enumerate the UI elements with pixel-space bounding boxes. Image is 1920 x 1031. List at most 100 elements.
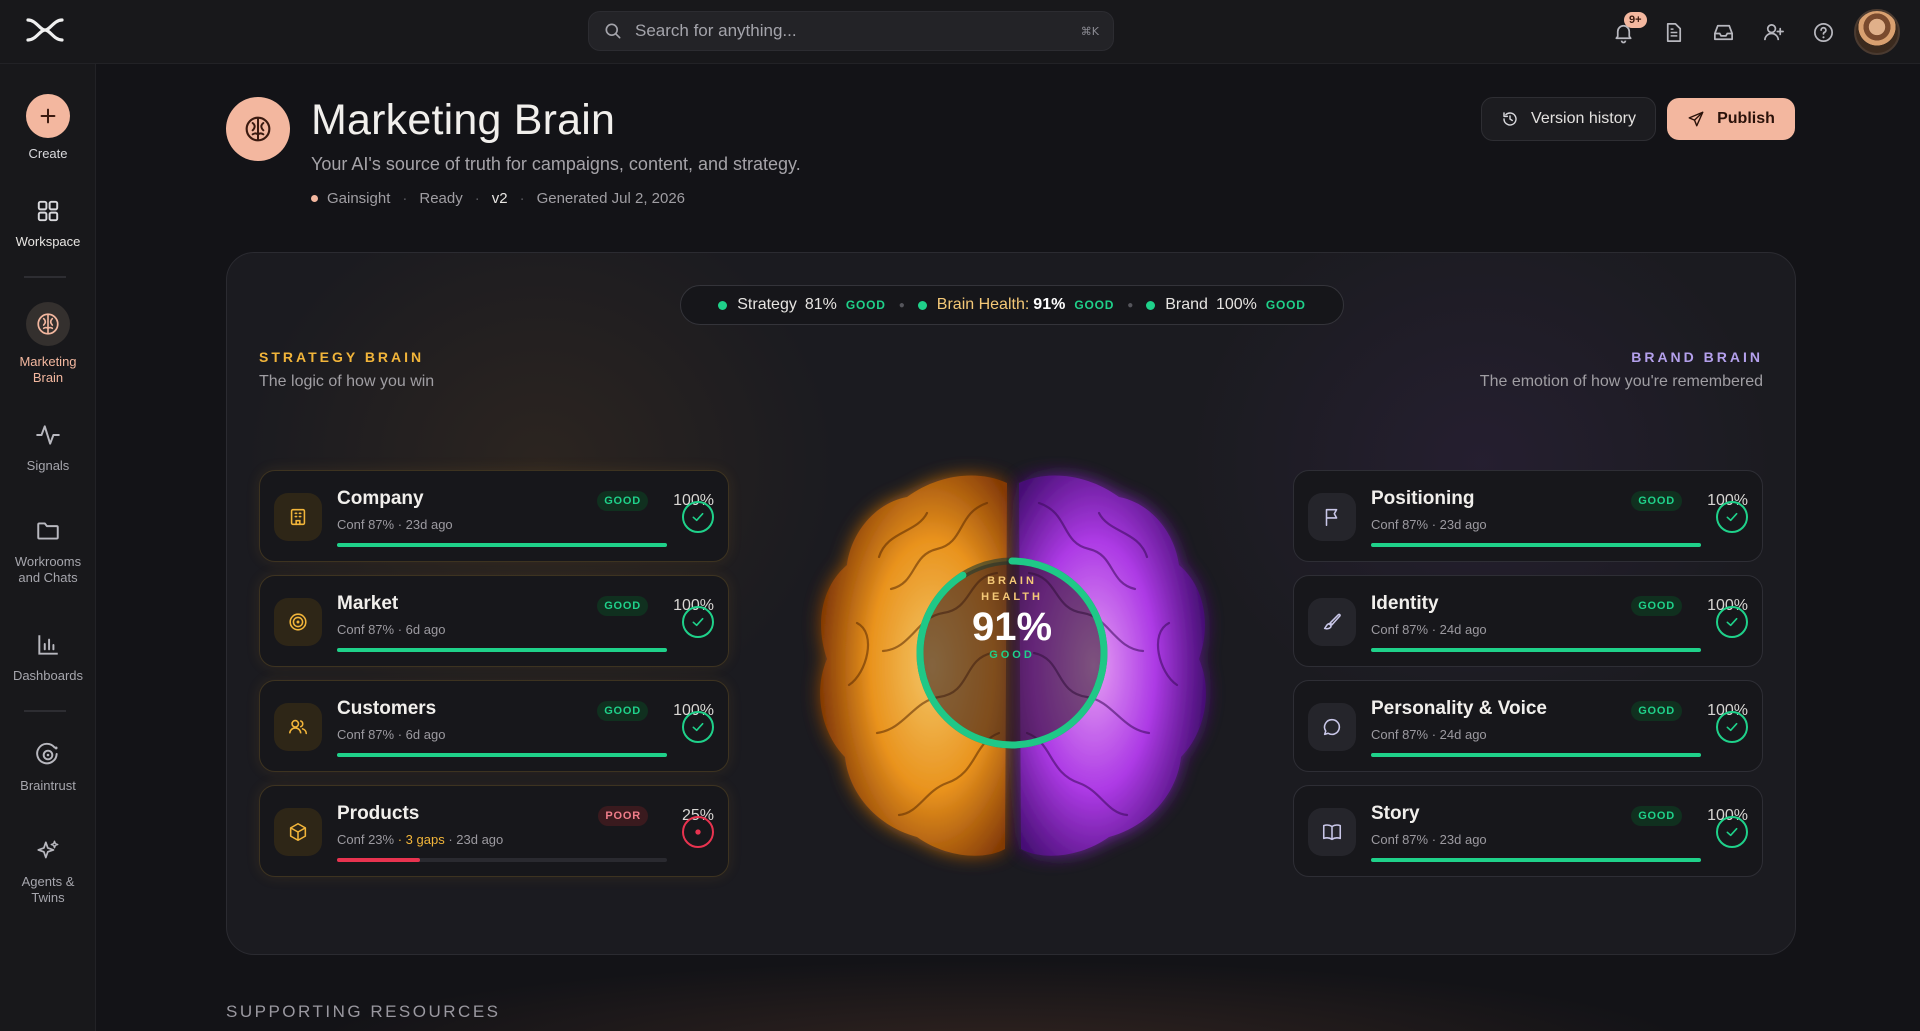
publish-label: Publish — [1717, 110, 1775, 127]
gauge-value: 91% — [971, 605, 1053, 649]
book-icon — [1308, 808, 1356, 856]
page-title: Marketing Brain — [311, 96, 616, 144]
strategy-card-products[interactable]: Products Conf 23% · 3 gaps · 23d ago POO… — [259, 785, 729, 877]
brand-status: GOOD — [1265, 298, 1306, 312]
sidebar-item-agents[interactable]: Agents & Twins — [0, 836, 96, 906]
card-conf: Conf 87% — [1371, 622, 1429, 637]
strategy-status: GOOD — [845, 298, 886, 312]
sidebar-item-workspace[interactable]: Workspace — [0, 196, 96, 250]
sidebar-item-label: Agents & Twins — [21, 874, 75, 905]
top-bar: ⌘K 9+ — [0, 0, 1920, 64]
sidebar-item-marketing-brain[interactable]: Marketing Brain — [0, 302, 96, 386]
invite-user-button[interactable] — [1748, 10, 1798, 54]
card-age: · 24d ago — [1431, 727, 1487, 742]
progress-fill — [337, 858, 420, 862]
brand-card-positioning[interactable]: Positioning Conf 87% · 23d ago GOOD 100% — [1293, 470, 1763, 562]
meta-separator: · — [519, 190, 525, 207]
progress-bar — [337, 543, 667, 547]
publish-button[interactable]: Publish — [1667, 98, 1795, 140]
brand-card-story[interactable]: Story Conf 87% · 23d ago GOOD 100% — [1293, 785, 1763, 877]
progress-bar — [337, 858, 667, 862]
document-icon — [1662, 21, 1685, 44]
version-history-button[interactable]: Version history — [1481, 97, 1656, 141]
brain-illustration: BRAIN HEALTH 91% GOOD — [787, 453, 1237, 893]
strategy-card-customers[interactable]: Customers Conf 87% · 6d ago GOOD 100% — [259, 680, 729, 772]
folder-icon — [33, 516, 63, 546]
progress-fill — [1371, 858, 1701, 862]
sidebar-divider — [24, 276, 66, 278]
search-bar[interactable]: ⌘K — [588, 11, 1114, 51]
sidebar-item-label: Marketing Brain — [19, 354, 77, 385]
check-icon — [1716, 501, 1748, 533]
chat-bubble-icon — [1308, 703, 1356, 751]
strategy-label: Strategy — [737, 296, 797, 313]
send-icon — [1687, 110, 1717, 128]
card-title: Customers — [337, 698, 437, 719]
plus-icon — [26, 94, 70, 138]
check-icon — [682, 711, 714, 743]
card-age: · 6d ago — [397, 622, 446, 637]
check-icon — [682, 606, 714, 638]
status-badge: POOR — [598, 806, 648, 826]
progress-fill — [337, 543, 667, 547]
meta-status: Ready — [419, 190, 463, 207]
card-conf: Conf 87% — [337, 622, 395, 637]
page-brain-icon — [226, 97, 290, 161]
org-dot — [311, 195, 318, 202]
card-meta: Conf 87% · 23d ago — [1371, 832, 1487, 847]
notification-badge: 9+ — [1624, 12, 1647, 28]
inbox-button[interactable] — [1698, 10, 1748, 54]
progress-bar — [337, 648, 667, 652]
progress-bar — [1371, 543, 1701, 547]
card-conf: Conf 87% — [337, 727, 395, 742]
progress-bar — [1371, 648, 1701, 652]
health-status: GOOD — [1074, 298, 1115, 312]
notifications-button[interactable]: 9+ — [1598, 10, 1648, 54]
card-age: · 24d ago — [1431, 622, 1487, 637]
card-meta: Conf 87% · 6d ago — [337, 622, 445, 637]
sidebar-item-workrooms[interactable]: Workrooms and Chats — [0, 516, 96, 586]
health-pct: 91% — [1033, 296, 1066, 313]
sidebar-item-dashboards[interactable]: Dashboards — [0, 630, 96, 684]
progress-fill — [337, 753, 667, 757]
gauge-text: BRAIN HEALTH 91% GOOD — [912, 573, 1112, 661]
progress-bar — [1371, 753, 1701, 757]
card-meta: Conf 87% · 6d ago — [337, 727, 445, 742]
users-icon — [274, 703, 322, 751]
sidebar-item-label: Dashboards — [12, 668, 84, 683]
status-badge: GOOD — [597, 701, 648, 721]
status-dot — [917, 300, 927, 310]
brand-card-identity[interactable]: Identity Conf 87% · 24d ago GOOD 100% — [1293, 575, 1763, 667]
card-title: Identity — [1371, 593, 1439, 614]
top-actions: 9+ — [1598, 9, 1900, 55]
card-age: · 23d ago — [1431, 832, 1487, 847]
sidebar: Create Workspace Marketing Brain Signals… — [0, 64, 96, 1031]
page-subtitle: Your AI's source of truth for campaigns,… — [311, 154, 801, 174]
app-logo[interactable] — [26, 16, 64, 44]
pill-separator: ● — [1127, 299, 1134, 311]
sidebar-item-braintrust[interactable]: Braintrust — [0, 740, 96, 794]
help-button[interactable] — [1798, 10, 1848, 54]
user-avatar[interactable] — [1854, 9, 1900, 55]
strategy-card-company[interactable]: Company Conf 87% · 23d ago GOOD 100% — [259, 470, 729, 562]
inbox-icon — [1712, 21, 1735, 44]
history-icon — [1501, 110, 1531, 128]
card-title: Positioning — [1371, 488, 1475, 509]
brand-brain-subtitle: The emotion of how you're remembered — [1479, 373, 1763, 390]
sidebar-item-create[interactable]: Create — [0, 94, 96, 162]
meta-separator: · — [474, 190, 480, 207]
sidebar-item-signals[interactable]: Signals — [0, 420, 96, 474]
check-icon — [1716, 711, 1748, 743]
search-icon — [603, 21, 623, 41]
meta-separator: · — [402, 190, 408, 207]
brand-card-personality-voice[interactable]: Personality & Voice Conf 87% · 24d ago G… — [1293, 680, 1763, 772]
card-gaps[interactable]: · 3 gaps — [398, 832, 445, 847]
braintrust-icon — [33, 740, 63, 770]
brand-brain-title: BRAND BRAIN — [1631, 349, 1763, 365]
progress-fill — [1371, 648, 1701, 652]
search-input[interactable] — [635, 21, 1081, 41]
gauge-status: GOOD — [989, 649, 1035, 661]
strategy-card-market[interactable]: Market Conf 87% · 6d ago GOOD 100% — [259, 575, 729, 667]
documents-button[interactable] — [1648, 10, 1698, 54]
supporting-resources-title: SUPPORTING RESOURCES — [226, 1002, 501, 1021]
